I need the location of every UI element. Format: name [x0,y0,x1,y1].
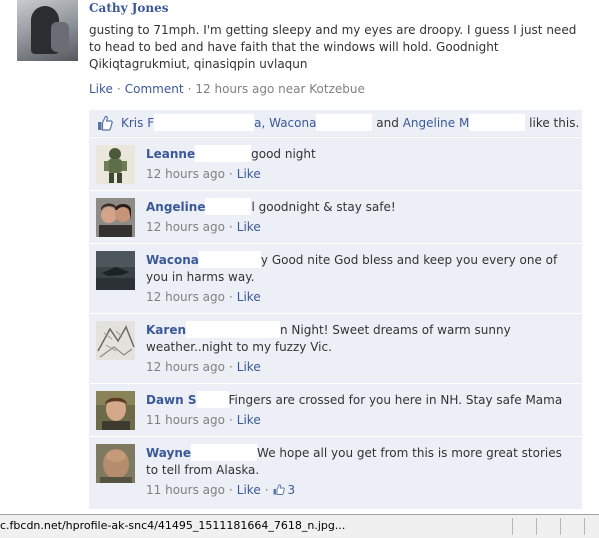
meta-separator: · [228,220,233,234]
sketch-avatar[interactable] [96,321,135,360]
comment-like-link[interactable]: Like [237,413,261,427]
bald-avatar-image [96,444,135,483]
dark-avatar[interactable] [96,251,135,290]
liker-name-1[interactable]: Kris F [121,116,154,130]
comment-body: Wayne We hope all you get from this is mo… [146,444,566,499]
comment-meta: 12 hours ago · Like [146,289,566,306]
comment-item: Leanne good night 12 hours ago · Like [89,137,582,190]
couple-avatar-image [96,198,135,237]
comment-meta: 12 hours ago · Like [146,359,566,376]
person-avatar-image [96,391,135,430]
comment-author[interactable]: Leanne [146,147,195,161]
status-divider [560,518,561,535]
status-divider [512,518,513,535]
comment-author[interactable]: Angeline [146,200,205,214]
comment-timestamp[interactable]: 12 hours ago [146,167,225,181]
thumbs-up-icon [98,115,113,131]
likes-suffix: like this. [529,116,580,130]
comment-item: Dawn S Fingers are crossed for you here i… [89,383,582,436]
meta-separator: · [228,167,233,181]
comment-meta: 12 hours ago · Like [146,166,566,183]
comment-like-link[interactable]: Like [237,167,261,181]
comment-text: good night [251,147,316,161]
comment-like-count[interactable]: 3 [288,483,296,497]
liker-name-3[interactable]: Angeline M [403,116,470,130]
couple-avatar[interactable] [96,198,135,237]
comment-timestamp[interactable]: 12 hours ago [146,220,225,234]
meta-separator: · [228,483,233,497]
redaction [191,444,258,461]
post-author-name[interactable]: Cathy Jones [89,1,169,15]
meta-separator: · [116,82,121,96]
likes-text: Kris F a, Wacona and Angeline M like this… [121,110,579,136]
comment-body: Karen n Night! Sweet dreams of warm sunny… [146,321,566,376]
meta-separator: · [264,483,269,497]
status-divider [584,518,585,535]
comment-item: Karen n Night! Sweet dreams of warm sunny… [89,313,582,383]
redaction [196,391,229,408]
comment-body: Wacona y Good nite God bless and keep you… [146,251,566,306]
redaction [195,145,252,162]
status-url: c.fbcdn.net/hprofile-ak-snc4/41495_15111… [0,519,346,532]
comment-meta: 11 hours ago · Like [146,412,566,429]
browser-status-bar: c.fbcdn.net/hprofile-ak-snc4/41495_15111… [0,514,599,538]
liker-name-2[interactable]: Wacona [269,116,316,130]
redaction [316,114,373,131]
comment-timestamp[interactable]: 12 hours ago [146,360,225,374]
meta-separator: · [228,413,233,427]
post-like-link[interactable]: Like [89,82,113,96]
comment-text: Fingers are crossed for you here in NH. … [228,393,563,407]
comment-like-link[interactable]: Like [237,220,261,234]
comment-body: Leanne good night 12 hours ago · Like [146,145,566,183]
comment-item: Wacona y Good nite God bless and keep you… [89,243,582,313]
redaction [205,198,252,215]
comment-author[interactable]: Wacona [146,253,199,267]
meta-separator: · [228,360,233,374]
comment-timestamp[interactable]: 12 hours ago [146,290,225,304]
figurine-avatar-image [96,145,135,184]
likes-summary-bar: Kris F a, Wacona and Angeline M like this… [89,110,582,137]
status-divider [536,518,537,535]
comment-like-link[interactable]: Like [237,360,261,374]
redaction [469,114,526,131]
comment-author[interactable]: Karen [146,323,186,337]
redaction [186,321,280,338]
liker-name-1-end[interactable]: a, [254,116,265,130]
person-avatar[interactable] [96,391,135,430]
comment-item: Wayne We hope all you get from this is mo… [89,436,582,509]
post-text: gusting to 71mph. I'm getting sleepy and… [89,23,577,71]
meta-separator: · [228,290,233,304]
comment-meta: 11 hours ago · Like · 3 [146,482,566,499]
likes-and-label: and [376,116,399,130]
meta-separator: · [187,82,192,96]
post-comment-link[interactable]: Comment [125,82,184,96]
comment-meta: 12 hours ago · Like [146,219,566,236]
comment-text: l goodnight & stay safe! [251,200,396,214]
comment-body: Dawn S Fingers are crossed for you here i… [146,391,566,429]
thumbs-up-icon[interactable] [273,484,285,495]
comment-like-link[interactable]: Like [237,290,261,304]
figurine-avatar[interactable] [96,145,135,184]
redaction [198,251,261,268]
redaction [154,114,255,131]
comment-like-link[interactable]: Like [237,483,261,497]
comment-author[interactable]: Wayne [146,446,191,460]
avatar-figure-secondary [51,22,69,52]
sketch-avatar-image [96,321,135,360]
bald-avatar[interactable] [96,444,135,483]
post-meta: Like · Comment · 12 hours ago near Kotzebue [89,82,365,96]
post-timestamp[interactable]: 12 hours ago near Kotzebue [195,82,364,96]
profile-photo-avatar[interactable] [17,0,78,61]
comment-timestamp[interactable]: 11 hours ago [146,483,225,497]
comment-body: Angeline l goodnight & stay safe! 12 hour… [146,198,566,236]
dark-avatar-image [96,251,135,290]
comment-author[interactable]: Dawn S [146,393,197,407]
comment-item: Angeline l goodnight & stay safe! 12 hour… [89,190,582,243]
comment-timestamp[interactable]: 11 hours ago [146,413,225,427]
